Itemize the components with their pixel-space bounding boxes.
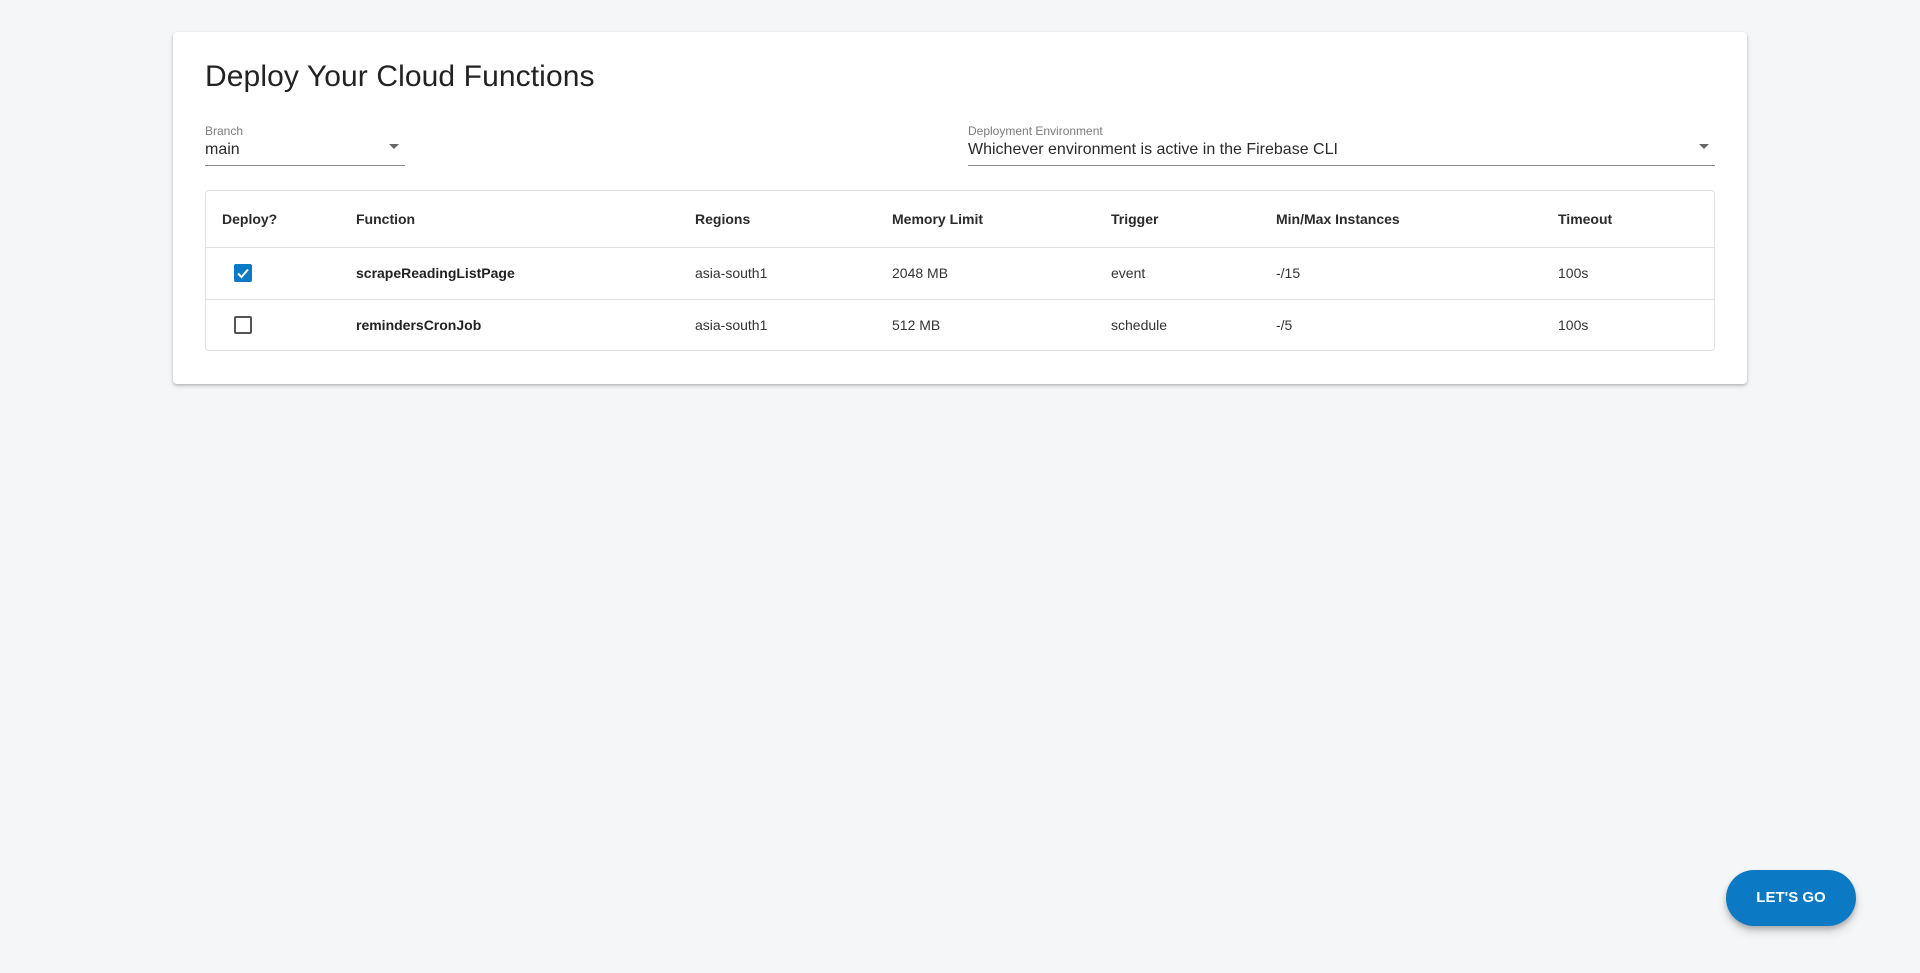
function-name: scrapeReadingListPage — [356, 247, 695, 300]
chevron-down-icon — [389, 144, 399, 149]
region-cell: asia-south1 — [695, 317, 768, 334]
deploy-cell — [206, 299, 356, 350]
checkmark-icon — [237, 268, 249, 279]
deploy-checkbox[interactable] — [234, 264, 252, 283]
table-row: scrapeReadingListPage asia-south1 2048 M… — [206, 247, 1714, 300]
trigger-cell: event — [1111, 247, 1276, 300]
trigger-cell: schedule — [1111, 317, 1168, 334]
instances-cell: -/15 — [1276, 247, 1558, 300]
chevron-down-icon — [1699, 144, 1709, 149]
header-instances: Min/Max Instances — [1276, 191, 1558, 248]
table-header-row: Deploy? Function Regions Memory Limit Tr… — [206, 191, 1714, 248]
function-name: remindersCronJob — [356, 317, 482, 334]
branch-select[interactable]: Branch main — [205, 124, 405, 166]
functions-table: Deploy? Function Regions Memory Limit Tr… — [205, 190, 1715, 351]
region-cell: asia-south1 — [695, 247, 892, 300]
header-deploy: Deploy? — [206, 191, 356, 248]
deploy-card: Deploy Your Cloud Functions Branch main … — [173, 32, 1747, 384]
header-timeout: Timeout — [1558, 191, 1714, 248]
timeout-cell: 100s — [1558, 317, 1589, 334]
timeout-cell: 100s — [1558, 247, 1714, 300]
deploy-checkbox[interactable] — [234, 316, 252, 335]
deploy-cell — [206, 247, 356, 300]
memory-cell: 2048 MB — [892, 247, 1111, 300]
header-trigger: Trigger — [1111, 191, 1276, 248]
page-title: Deploy Your Cloud Functions — [205, 60, 595, 93]
memory-cell: 512 MB — [892, 317, 941, 334]
branch-label: Branch — [205, 124, 244, 138]
environment-label: Deployment Environment — [968, 124, 1103, 138]
environment-select[interactable]: Deployment Environment Whichever environ… — [968, 124, 1715, 166]
instances-cell: -/5 — [1276, 317, 1293, 334]
header-regions: Regions — [695, 191, 892, 248]
header-memory-limit: Memory Limit — [892, 191, 1111, 248]
header-function: Function — [356, 191, 695, 248]
environment-value: Whichever environment is active in the F… — [968, 141, 1338, 158]
table-row: remindersCronJob asia-south1 512 MB sche… — [206, 299, 1714, 350]
branch-value: main — [205, 141, 240, 158]
lets-go-button[interactable]: LET'S GO — [1726, 870, 1856, 926]
